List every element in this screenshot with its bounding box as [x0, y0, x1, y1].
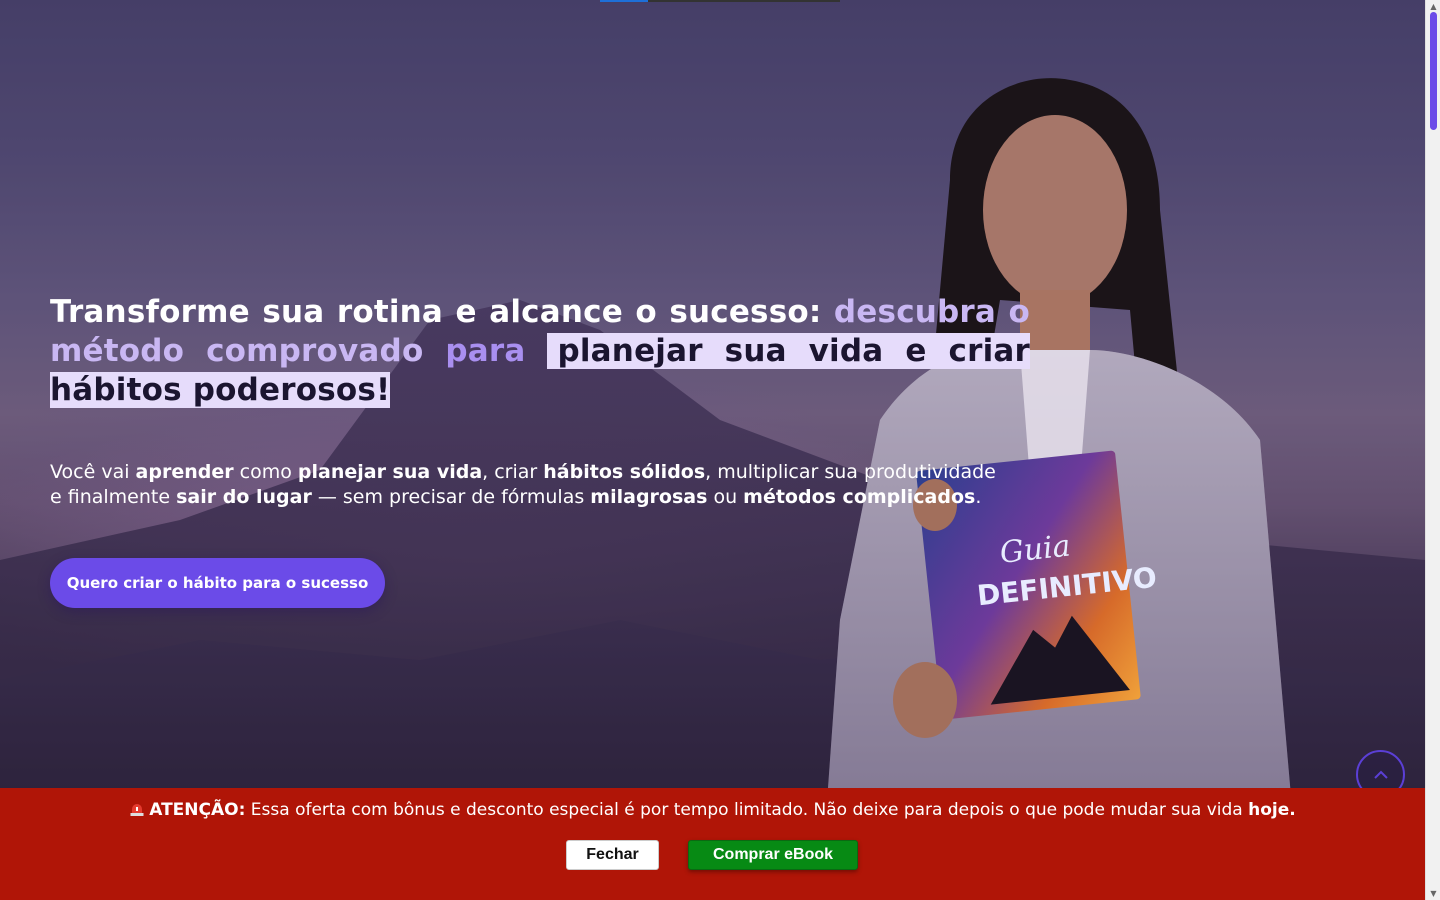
hero-headline: Transforme sua rotina e alcance o sucess… — [50, 293, 1031, 410]
cta-create-habit-button[interactable]: Quero criar o hábito para o sucesso — [50, 558, 385, 608]
scroll-down-arrow-icon[interactable]: ▼ — [1429, 889, 1438, 898]
banner-emphasis: hoje. — [1248, 800, 1296, 820]
subtitle-bold: planejar sua vida — [297, 461, 483, 483]
subtitle-text: . — [975, 486, 982, 508]
scroll-up-arrow-icon[interactable]: ▲ — [1429, 2, 1438, 11]
hero-subtitle: Você vai aprender como planejar sua vida… — [50, 460, 1010, 510]
headline-part-3: para — [445, 333, 526, 369]
banner-message: ATENÇÃO: Essa oferta com bônus e descont… — [0, 799, 1425, 821]
scrollbar-thumb[interactable] — [1430, 12, 1437, 130]
subtitle-text: ou — [707, 486, 744, 508]
subtitle-text: Você vai — [50, 461, 136, 483]
siren-icon — [129, 801, 145, 817]
banner-message-text: Essa oferta com bônus e desconto especia… — [245, 800, 1249, 820]
top-progress-bar — [600, 0, 840, 2]
buy-ebook-button[interactable]: Comprar eBook — [688, 840, 858, 870]
page-scrollbar[interactable]: ▲ ▼ — [1425, 0, 1440, 900]
top-progress-bar-segment — [600, 0, 648, 2]
subtitle-text: como — [233, 461, 298, 483]
headline-part-1: Transforme sua rotina e alcance o sucess… — [50, 294, 834, 330]
subtitle-bold: sair do lugar — [176, 486, 312, 508]
hero-section: Guia DEFINITIVO — [0, 0, 1425, 900]
subtitle-text: , criar — [482, 461, 544, 483]
chevron-up-icon — [1373, 770, 1388, 779]
banner-attention-label: ATENÇÃO: — [149, 800, 246, 820]
close-banner-button[interactable]: Fechar — [566, 840, 659, 870]
subtitle-bold: aprender — [135, 461, 234, 483]
subtitle-text: — sem precisar de fórmulas — [311, 486, 591, 508]
book-title-line1: Guia — [998, 529, 1072, 571]
subtitle-bold: hábitos sólidos — [543, 461, 706, 483]
subtitle-bold: métodos complicados — [743, 486, 976, 508]
subtitle-bold: milagrosas — [590, 486, 708, 508]
